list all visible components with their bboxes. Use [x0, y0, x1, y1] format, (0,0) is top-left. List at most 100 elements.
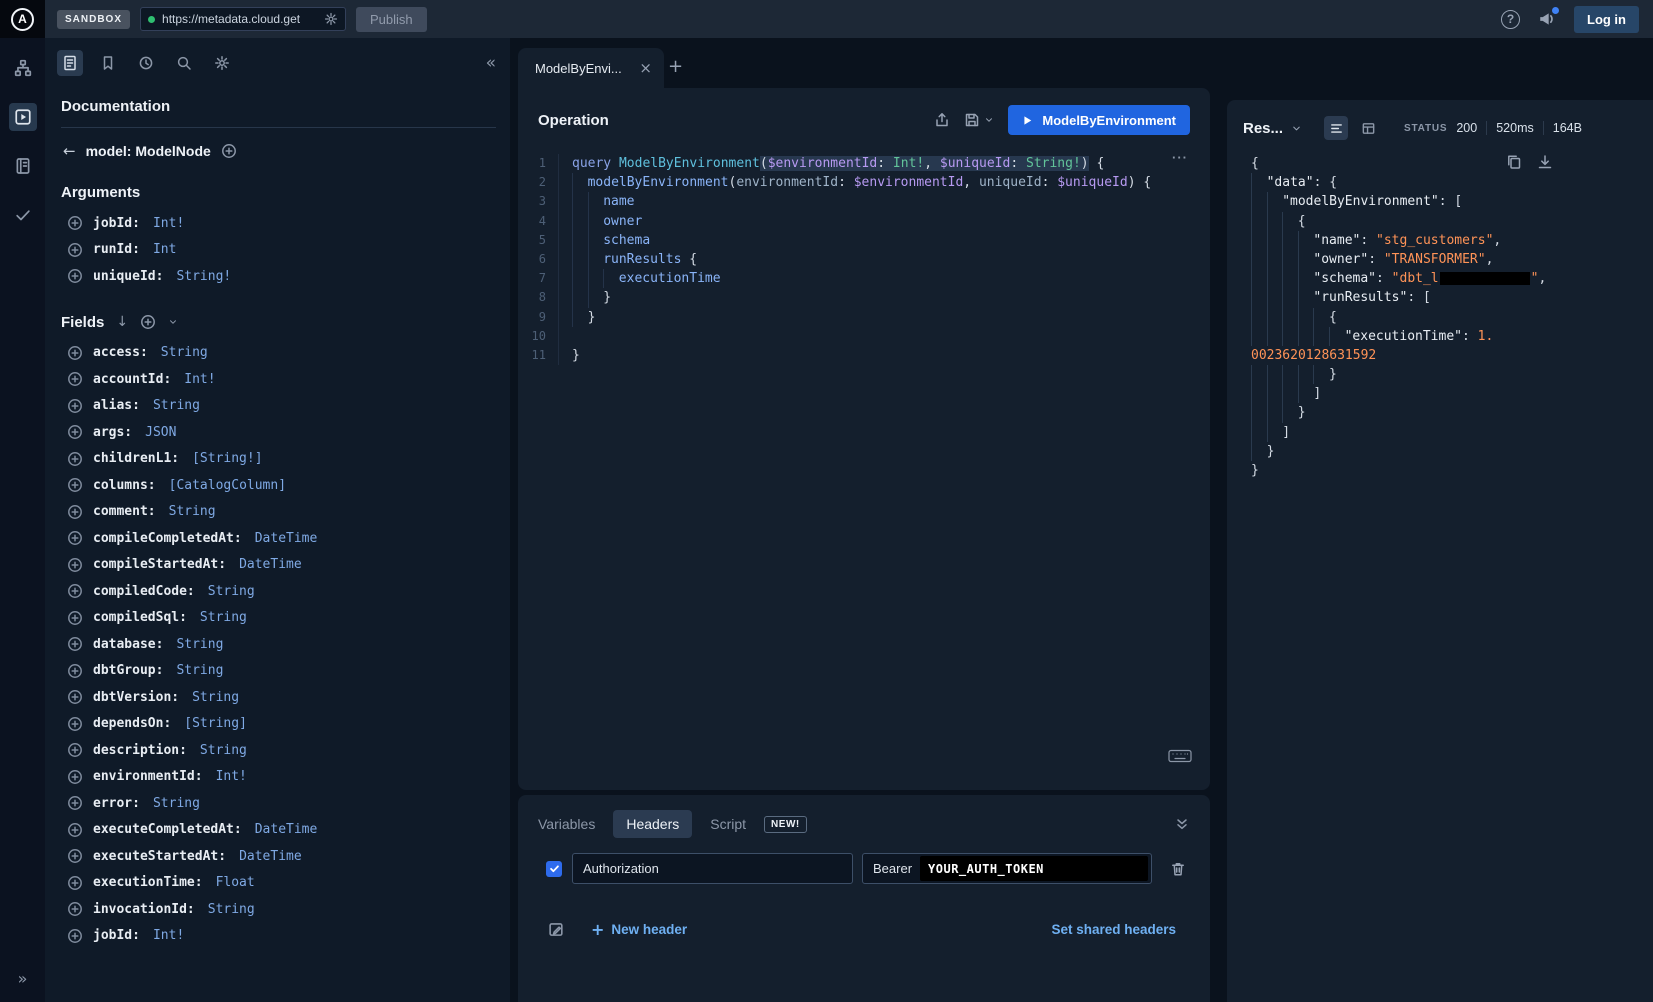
doc-field-row[interactable]: executeCompletedAt:DateTime	[67, 817, 496, 844]
field-type-link[interactable]: Int!	[153, 928, 184, 943]
field-type-link[interactable]: String	[176, 663, 223, 678]
field-type-link[interactable]: String	[192, 690, 239, 705]
search-icon[interactable]	[171, 50, 197, 76]
field-type-link[interactable]: Int!	[153, 216, 184, 231]
save-options-chevron-icon[interactable]	[984, 115, 994, 125]
save-operation-icon[interactable]	[964, 112, 980, 128]
add-fields-chevron-icon[interactable]	[168, 317, 178, 327]
doc-field-row[interactable]: columns:[CatalogColumn]	[67, 472, 496, 499]
add-field-to-query-icon[interactable]	[67, 716, 83, 732]
doc-field-row[interactable]: args:JSON	[67, 419, 496, 446]
field-type-link[interactable]: Float	[216, 875, 255, 890]
new-header-button[interactable]: + New header	[591, 920, 687, 939]
share-operation-icon[interactable]	[934, 112, 950, 128]
add-field-to-query-icon[interactable]	[67, 636, 83, 652]
table-view-icon[interactable]	[1356, 116, 1380, 140]
add-field-to-query-icon[interactable]	[67, 242, 83, 258]
doc-field-row[interactable]: accountId:Int!	[67, 366, 496, 393]
doc-field-row[interactable]: dbtGroup:String	[67, 658, 496, 685]
history-icon[interactable]	[133, 50, 159, 76]
announcements-icon[interactable]	[1538, 10, 1556, 28]
add-field-to-query-icon[interactable]	[67, 504, 83, 520]
field-type-link[interactable]: [String!]	[192, 451, 262, 466]
add-field-to-query-icon[interactable]	[67, 398, 83, 414]
edit-headers-icon[interactable]	[548, 921, 565, 938]
add-field-to-query-icon[interactable]	[67, 928, 83, 944]
field-type-link[interactable]: String	[153, 398, 200, 413]
keyboard-shortcuts-icon[interactable]	[1168, 748, 1192, 764]
add-field-to-query-icon[interactable]	[67, 424, 83, 440]
add-type-to-query-icon[interactable]	[221, 143, 237, 159]
tree-view-icon[interactable]	[1324, 116, 1348, 140]
doc-field-row[interactable]: alias:String	[67, 393, 496, 420]
add-field-to-query-icon[interactable]	[67, 795, 83, 811]
field-type-link[interactable]: String	[176, 637, 223, 652]
add-all-fields-icon[interactable]	[140, 314, 156, 330]
doc-field-row[interactable]: dbtVersion:String	[67, 684, 496, 711]
field-type-link[interactable]: JSON	[145, 425, 176, 440]
add-field-to-query-icon[interactable]	[67, 901, 83, 917]
field-type-link[interactable]: [String]	[184, 716, 247, 731]
add-field-to-query-icon[interactable]	[67, 557, 83, 573]
field-type-link[interactable]: String	[161, 345, 208, 360]
field-type-link[interactable]: String	[200, 610, 247, 625]
connection-settings-gear-icon[interactable]	[324, 12, 338, 26]
login-button[interactable]: Log in	[1574, 6, 1639, 33]
add-field-to-query-icon[interactable]	[67, 848, 83, 864]
schema-nav-icon[interactable]	[9, 54, 37, 82]
add-field-to-query-icon[interactable]	[67, 689, 83, 705]
field-type-link[interactable]: DateTime	[255, 531, 318, 546]
response-dropdown-chevron-icon[interactable]	[1291, 123, 1302, 134]
doc-field-row[interactable]: uniqueId:String!	[67, 263, 496, 290]
add-field-to-query-icon[interactable]	[67, 477, 83, 493]
operation-tab[interactable]: ModelByEnvi... ×	[518, 48, 664, 88]
response-json-viewer[interactable]: {"data": {"modelByEnvironment": [{"name"…	[1227, 142, 1653, 480]
add-field-to-query-icon[interactable]	[67, 583, 83, 599]
doc-field-row[interactable]: compileCompletedAt:DateTime	[67, 525, 496, 552]
field-type-link[interactable]: DateTime	[255, 822, 318, 837]
auth-token-value[interactable]: YOUR_AUTH_TOKEN	[920, 856, 1148, 881]
doc-field-row[interactable]: invocationId:String	[67, 896, 496, 923]
doc-field-row[interactable]: description:String	[67, 737, 496, 764]
field-type-link[interactable]: Int!	[184, 372, 215, 387]
field-type-link[interactable]: DateTime	[239, 849, 302, 864]
add-field-to-query-icon[interactable]	[67, 875, 83, 891]
saved-operations-bookmark-icon[interactable]	[95, 50, 121, 76]
tab-variables[interactable]: Variables	[538, 816, 595, 832]
graphql-query-editor[interactable]: 1query ModelByEnvironment($environmentId…	[518, 154, 1210, 365]
doc-field-row[interactable]: compiledSql:String	[67, 605, 496, 632]
sort-fields-icon[interactable]: ↓	[116, 314, 128, 330]
header-value-input[interactable]: Bearer YOUR_AUTH_TOKEN	[862, 853, 1152, 884]
endpoint-url-box[interactable]: https://metadata.cloud.get	[140, 7, 346, 31]
doc-field-row[interactable]: error:String	[67, 790, 496, 817]
add-field-to-query-icon[interactable]	[67, 215, 83, 231]
new-tab-icon[interactable]: +	[668, 56, 683, 77]
field-type-link[interactable]: Int	[153, 242, 176, 257]
add-field-to-query-icon[interactable]	[67, 610, 83, 626]
field-type-link[interactable]: String	[200, 743, 247, 758]
collapse-request-panel-icon[interactable]	[1174, 816, 1190, 832]
delete-header-icon[interactable]	[1170, 861, 1186, 877]
header-enabled-checkbox[interactable]	[546, 861, 562, 877]
collapse-docs-panel-icon[interactable]: «	[486, 53, 496, 73]
field-type-link[interactable]: String	[169, 504, 216, 519]
add-field-to-query-icon[interactable]	[67, 742, 83, 758]
doc-field-row[interactable]: jobId:Int!	[67, 210, 496, 237]
doc-field-row[interactable]: executionTime:Float	[67, 870, 496, 897]
add-field-to-query-icon[interactable]	[67, 530, 83, 546]
doc-field-row[interactable]: jobId:Int!	[67, 923, 496, 950]
doc-field-row[interactable]: runId:Int	[67, 237, 496, 264]
add-field-to-query-icon[interactable]	[67, 371, 83, 387]
doc-field-row[interactable]: database:String	[67, 631, 496, 658]
settings-gear-icon[interactable]	[209, 50, 235, 76]
field-type-link[interactable]: String!	[176, 269, 231, 284]
back-arrow-icon[interactable]: ←	[63, 142, 76, 160]
help-icon[interactable]: ?	[1501, 10, 1520, 29]
field-type-link[interactable]: Int!	[216, 769, 247, 784]
doc-field-row[interactable]: comment:String	[67, 499, 496, 526]
explorer-nav-icon[interactable]	[9, 103, 37, 131]
header-key-input[interactable]	[572, 853, 853, 884]
checks-nav-icon[interactable]	[9, 201, 37, 229]
doc-field-row[interactable]: access:String	[67, 340, 496, 367]
doc-field-row[interactable]: environmentId:Int!	[67, 764, 496, 791]
